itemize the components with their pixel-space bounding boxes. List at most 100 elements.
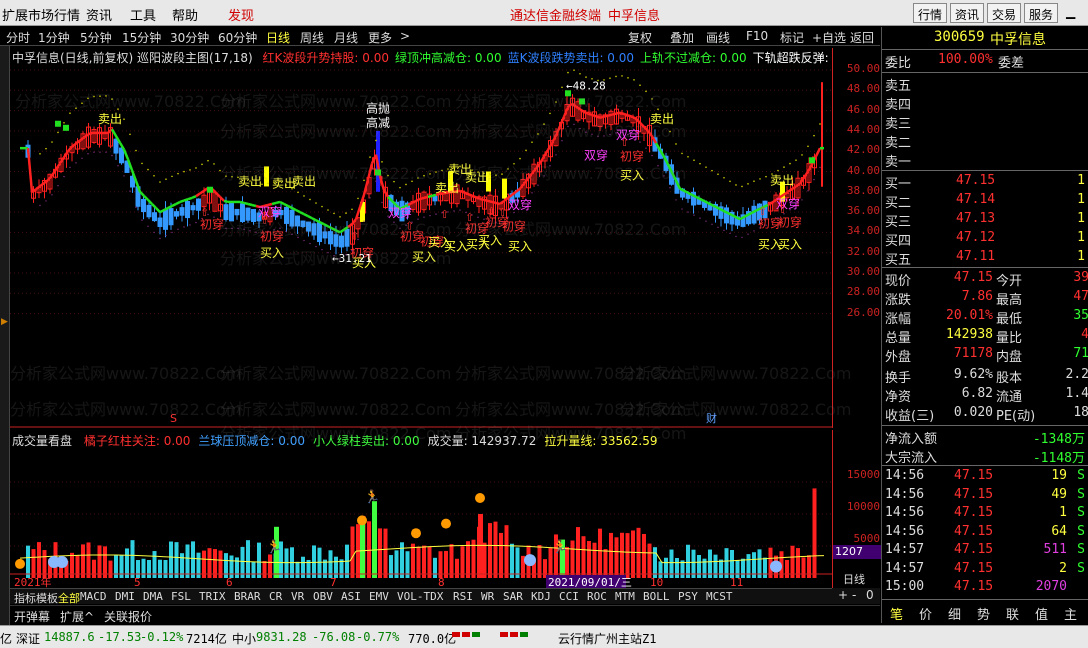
button-service[interactable]: 服务 xyxy=(1024,3,1059,23)
indicator-tab[interactable]: BRAR xyxy=(234,590,261,603)
volume-bar xyxy=(697,555,701,578)
quote-tab[interactable]: 联 xyxy=(1006,604,1019,623)
tool-overlay[interactable]: 叠加 xyxy=(670,29,694,46)
tick-row: 14:57 47.15 2 S xyxy=(882,561,1088,580)
tool-back[interactable]: 返回 xyxy=(850,29,874,46)
period-60min[interactable]: 60分钟 xyxy=(218,29,257,46)
indicator-tab[interactable]: VR xyxy=(291,590,304,603)
period-30min[interactable]: 30分钟 xyxy=(170,29,209,46)
menu-extended-market[interactable]: 扩展市场行情 xyxy=(2,5,80,24)
quote-tab[interactable]: 笔 xyxy=(890,604,903,623)
indicator-tab[interactable]: CR xyxy=(269,590,282,603)
indicator-tab[interactable]: 指标 xyxy=(14,590,36,606)
indicator-tab[interactable]: KDJ xyxy=(531,590,551,603)
period-daily[interactable]: 日线 xyxy=(266,29,290,46)
indicator-tab[interactable]: RSI xyxy=(453,590,473,603)
tab-related-quotes[interactable]: 关联报价 xyxy=(104,608,152,625)
volume-chart-svg[interactable]: 🏃 🏃 🏃 2021年 5 6 7 8 2021/09/01/三 10 11 xyxy=(10,430,832,588)
period-next-arrow[interactable]: > xyxy=(400,29,410,43)
sell-signal: 卖出 xyxy=(770,174,794,188)
tool-f10[interactable]: F10 xyxy=(746,29,768,43)
indicator-tab[interactable]: EMV xyxy=(369,590,389,603)
indicator-tab[interactable]: VOL-TDX xyxy=(397,590,443,603)
zoom-in-button[interactable]: + xyxy=(838,588,848,602)
collapse-arrow-icon[interactable]: ▶ xyxy=(1,317,8,327)
volume-bar xyxy=(614,537,619,578)
price-tick: 32.00 xyxy=(846,244,880,258)
indicator-tab[interactable]: SAR xyxy=(503,590,523,603)
period-more[interactable]: 更多 xyxy=(368,29,392,46)
button-trade[interactable]: 交易 xyxy=(987,3,1022,23)
sell-signal: 卖出 xyxy=(98,112,122,126)
quote-tab[interactable]: 势 xyxy=(977,604,990,623)
indicator-tab[interactable]: BOLL xyxy=(643,590,670,603)
indicator-tab[interactable]: CCI xyxy=(559,590,579,603)
indicator-tab[interactable]: 全部 xyxy=(58,590,80,606)
menu-help[interactable]: 帮助 xyxy=(172,5,198,24)
s-marker: S xyxy=(170,412,177,425)
lower-rail-dot xyxy=(723,229,725,232)
indicator-tab[interactable]: MACD xyxy=(80,590,107,603)
weicha-label: 委差 xyxy=(998,56,1025,71)
zoom-out-button[interactable]: - xyxy=(852,588,856,602)
menu-tools[interactable]: 工具 xyxy=(130,5,156,24)
minimize-icon[interactable]: ▁ xyxy=(1066,5,1075,19)
candle-body xyxy=(141,198,146,213)
period-5min[interactable]: 5分钟 xyxy=(80,29,112,46)
volume-bar xyxy=(37,542,41,578)
lower-rail-dot xyxy=(123,175,125,177)
quote-tab[interactable]: 主 xyxy=(1064,604,1077,623)
volume-bar xyxy=(609,532,613,578)
indicator-tab[interactable]: WR xyxy=(481,590,494,603)
period-monthly[interactable]: 月线 xyxy=(334,29,358,46)
indicator-tab[interactable]: PSY xyxy=(678,590,698,603)
buy-level-label: 买四 xyxy=(885,234,912,249)
menu-discover[interactable]: 发现 xyxy=(228,5,254,24)
candle-body xyxy=(229,202,234,222)
quote-tab[interactable]: 价 xyxy=(919,604,932,623)
tool-adjust[interactable]: 复权 xyxy=(628,29,652,46)
period-weekly[interactable]: 周线 xyxy=(300,29,324,46)
indicator-tab[interactable]: DMA xyxy=(143,590,163,603)
stat-value: 6.82 xyxy=(961,386,993,401)
indicator-tab[interactable]: MTM xyxy=(615,590,635,603)
indicator-tab[interactable]: MCST xyxy=(706,590,733,603)
indicator-tab[interactable]: 模板 xyxy=(36,590,58,606)
stat-label: PE(动) xyxy=(996,409,1036,424)
tab-danmaku[interactable]: 开弹幕 xyxy=(14,608,50,625)
indicator-tab[interactable]: OBV xyxy=(313,590,333,603)
tool-add-watchlist[interactable]: +自选 xyxy=(812,29,846,46)
tab-extend[interactable]: 扩展^ xyxy=(60,608,94,625)
high-price-label: ←48.28 xyxy=(566,79,606,92)
market-breadth-icon xyxy=(462,632,470,637)
quote-tab[interactable]: 值 xyxy=(1035,604,1048,623)
volume-chart-panel[interactable]: 成交量看盘 橘子红柱关注: 0.00 兰球压顶减仓: 0.00 小人绿柱卖出: 0.… xyxy=(10,430,881,588)
indicator-tab[interactable]: TRIX xyxy=(199,590,226,603)
stat-value: 47.15 xyxy=(953,270,993,285)
button-info[interactable]: 资讯 xyxy=(950,3,985,23)
indicator-tab[interactable]: ASI xyxy=(341,590,361,603)
tool-mark[interactable]: 标记 xyxy=(780,29,804,46)
zoom-reset-button[interactable]: 0 xyxy=(866,588,874,602)
menu-news[interactable]: 资讯 xyxy=(86,5,112,24)
tool-draw[interactable]: 画线 xyxy=(706,29,730,46)
link-stock-name[interactable]: 中孚信息 xyxy=(608,5,660,24)
period-1min[interactable]: 1分钟 xyxy=(38,29,70,46)
indicator-tab[interactable]: DMI xyxy=(115,590,135,603)
link-tdx-terminal[interactable]: 通达信金融终端 xyxy=(510,5,601,24)
quote-tab[interactable]: 细 xyxy=(948,604,961,623)
tick-volume: 2070 xyxy=(1035,579,1067,594)
indicator-tab[interactable]: ROC xyxy=(587,590,607,603)
volume-bar xyxy=(807,555,811,578)
main-chart-panel[interactable]: 中孚信息(日线,前复权) 巡阳波段主图(17,18) 红K波段升势持股: 0.0… xyxy=(10,48,880,428)
chart-period-label[interactable]: 日线 xyxy=(843,571,865,587)
indicator-tab[interactable]: FSL xyxy=(171,590,191,603)
period-15min[interactable]: 15分钟 xyxy=(122,29,161,46)
button-quotes[interactable]: 行情 xyxy=(913,3,948,23)
date-tick: 2021/09/01/三 xyxy=(548,576,632,588)
volume-bar xyxy=(587,540,591,578)
period-timeshare[interactable]: 分时 xyxy=(6,29,30,46)
price-chart-svg[interactable]: 卖出卖出 卖出卖出 卖出卖出卖出卖出卖出初穿初穿初穿初穿初穿初穿初穿初穿初穿初穿初穿… xyxy=(10,48,832,428)
price-tick: 34.00 xyxy=(846,224,880,238)
upper-rail-dot xyxy=(633,79,635,81)
